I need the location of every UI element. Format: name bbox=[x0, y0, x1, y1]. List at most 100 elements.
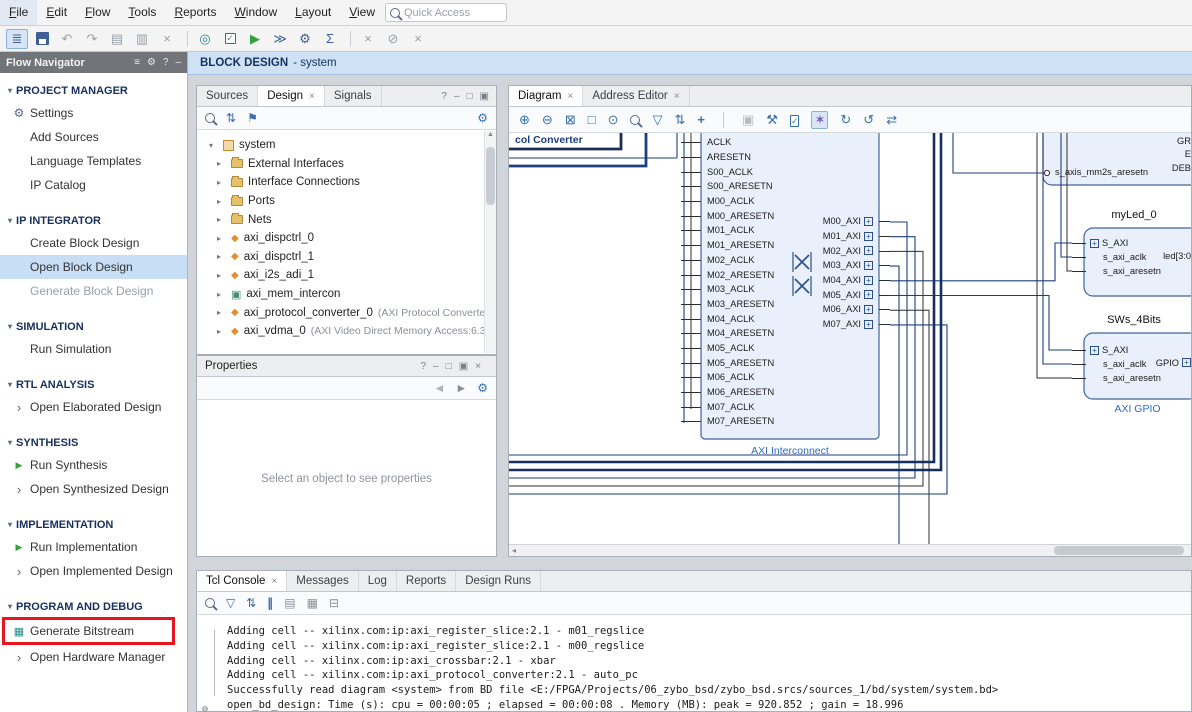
block-pin[interactable]: s_axi_aresetn bbox=[1072, 371, 1182, 385]
clear-icon[interactable]: ⊟ bbox=[329, 596, 339, 610]
sidebar-item-run-implementation[interactable]: ▶ Run Implementation bbox=[0, 535, 187, 559]
close-icon[interactable]: × bbox=[674, 91, 680, 102]
interface-pin-expand-icon[interactable]: + bbox=[864, 319, 873, 329]
tab-messages[interactable]: Messages bbox=[287, 571, 359, 591]
block-pin[interactable]: M04_AXI + bbox=[763, 273, 890, 288]
undo-icon[interactable]: ↶ bbox=[56, 29, 78, 49]
block-pin[interactable]: M02_AXI + bbox=[763, 243, 890, 258]
tree-item-axi-dispctrl-1[interactable]: ▸ ◆ axi_dispctrl_1 bbox=[197, 248, 484, 267]
validate-design-icon[interactable]: ✓ bbox=[789, 112, 800, 127]
block-pin[interactable]: s_axi_aresetn bbox=[1072, 264, 1182, 278]
block-pin[interactable]: M07_ACLK bbox=[681, 399, 827, 414]
help-icon[interactable]: ? bbox=[421, 361, 427, 372]
tab-sources[interactable]: Sources bbox=[197, 86, 259, 106]
interface-pin-expand-icon[interactable]: + bbox=[1090, 345, 1099, 355]
block-pin[interactable]: ARESETN bbox=[681, 150, 827, 165]
copy-icon[interactable]: ▣ bbox=[742, 112, 754, 128]
block-pin[interactable]: M05_AXI + bbox=[763, 287, 890, 302]
chevron-right-icon[interactable]: ▸ bbox=[217, 290, 226, 299]
interface-pin-expand-icon[interactable]: + bbox=[1182, 358, 1191, 367]
refresh-icon[interactable]: ↻ bbox=[840, 112, 851, 128]
validate-icon[interactable]: ✓ bbox=[219, 29, 241, 49]
tree-item-axi-vdma-0[interactable]: ▸ ◆ axi_vdma_0 (AXI Video Direct Memory Acc… bbox=[197, 322, 484, 341]
menu-item[interactable]: View bbox=[340, 0, 384, 25]
flag-icon[interactable]: ⚑ bbox=[247, 111, 258, 125]
sidebar-item-open-elaborated-design[interactable]: › Open Elaborated Design bbox=[0, 395, 187, 419]
optimize-wand-icon[interactable]: ✶ bbox=[811, 110, 829, 129]
zoom-out-icon[interactable]: ⊖ bbox=[542, 112, 553, 128]
scrollbar-thumb[interactable] bbox=[1054, 546, 1184, 555]
net-wire[interactable] bbox=[890, 265, 900, 544]
sidebar-item-run-synthesis[interactable]: ▶ Run Synthesis bbox=[0, 453, 187, 477]
chevron-right-icon[interactable]: ▸ bbox=[217, 308, 226, 317]
sidebar-item-open-implemented-design[interactable]: › Open Implemented Design bbox=[0, 559, 187, 583]
paste-icon[interactable]: ▥ bbox=[131, 29, 153, 49]
collapse-all-icon[interactable]: ≡ bbox=[134, 57, 140, 68]
chevron-right-icon[interactable]: ▸ bbox=[217, 215, 226, 224]
expand-collapse-icon[interactable]: ⇅ bbox=[226, 111, 236, 125]
vdma-cut-pin[interactable]: DEB bbox=[1149, 163, 1191, 173]
gear-icon[interactable]: ⚙ bbox=[147, 57, 156, 68]
copy-icon[interactable]: ▤ bbox=[284, 596, 295, 610]
tab-diagram[interactable]: Diagram × bbox=[509, 86, 584, 106]
block-pin[interactable]: M06_ARESETN bbox=[681, 385, 827, 400]
section-simulation[interactable]: ▾ SIMULATION bbox=[0, 317, 187, 337]
console-output[interactable]: ⊖ Adding cell -- xilinx.com:ip:axi_regis… bbox=[197, 616, 1191, 712]
sidebar-item-run-simulation[interactable]: Run Simulation bbox=[0, 337, 187, 361]
menu-item[interactable]: Window bbox=[225, 0, 286, 25]
report-icon[interactable]: ▦ bbox=[307, 596, 318, 610]
add-ip-icon[interactable]: + bbox=[697, 112, 705, 127]
tree-item-interface-connections[interactable]: ▸ Interface Connections bbox=[197, 173, 484, 192]
back-icon[interactable]: ◄ bbox=[433, 381, 445, 395]
open-block-design-icon[interactable]: ≣ bbox=[6, 28, 28, 49]
converter-block-label[interactable]: col Converter bbox=[513, 134, 585, 146]
search-icon[interactable] bbox=[205, 598, 215, 608]
sidebar-item-open-block-design[interactable]: Open Block Design bbox=[0, 255, 187, 279]
myled-title[interactable]: myLed_0 bbox=[1084, 209, 1184, 221]
block-pin[interactable]: ACLK bbox=[681, 135, 827, 150]
input-pin-circle[interactable] bbox=[1043, 169, 1051, 177]
zoom-fit-icon[interactable]: ⊠ bbox=[565, 112, 576, 128]
redo-icon[interactable]: ↷ bbox=[81, 29, 103, 49]
sidebar-item-language-templates[interactable]: Language Templates bbox=[0, 149, 187, 173]
interconnect-label[interactable]: AXI Interconnect bbox=[701, 445, 879, 457]
block-pin[interactable]: M06_AXI + bbox=[763, 302, 890, 317]
float-icon[interactable]: □ bbox=[467, 91, 473, 102]
menu-item[interactable]: File bbox=[0, 0, 38, 25]
tree-item-ports[interactable]: ▸ Ports bbox=[197, 192, 484, 211]
close-icon[interactable]: × bbox=[475, 361, 481, 372]
block-pin[interactable]: M07_ARESETN bbox=[681, 414, 827, 429]
sws-sublabel[interactable]: AXI GPIO bbox=[1084, 403, 1191, 415]
minimize-icon[interactable]: – bbox=[433, 361, 439, 372]
save-icon[interactable] bbox=[31, 29, 53, 49]
distribute-icon[interactable]: ⇅ bbox=[674, 112, 685, 128]
block-pin[interactable]: M06_ACLK bbox=[681, 370, 827, 385]
chevron-right-icon[interactable]: ▸ bbox=[217, 159, 226, 168]
tree-item-nets[interactable]: ▸ Nets bbox=[197, 210, 484, 229]
menu-item[interactable]: Flow bbox=[76, 0, 119, 25]
expand-interfaces-icon[interactable]: ⇄ bbox=[886, 112, 897, 128]
scroll-lock-icon[interactable]: ⇅ bbox=[246, 596, 256, 610]
minimize-icon[interactable]: – bbox=[454, 91, 460, 102]
block-pin[interactable]: M03_AXI + bbox=[763, 258, 890, 273]
quick-access-input[interactable] bbox=[404, 6, 490, 19]
target-icon[interactable]: ◎ bbox=[194, 29, 216, 49]
interface-pin-expand-icon[interactable]: + bbox=[864, 304, 873, 314]
interface-pin-expand-icon[interactable]: + bbox=[1090, 238, 1099, 248]
wrench-icon[interactable]: ⚒ bbox=[766, 112, 778, 128]
tab-log[interactable]: Log bbox=[359, 571, 397, 591]
interface-pin-expand-icon[interactable]: + bbox=[864, 216, 873, 226]
float-icon[interactable]: □ bbox=[446, 361, 452, 372]
filter-icon[interactable]: ▽ bbox=[652, 112, 662, 128]
tree-item-axi-mem-intercon[interactable]: ▸ ▣ axi_mem_intercon bbox=[197, 285, 484, 304]
vdma-cut-pin[interactable]: GR bbox=[1149, 136, 1191, 146]
vdma-cut-pin[interactable]: E bbox=[1149, 149, 1191, 159]
maximize-icon[interactable]: ▣ bbox=[480, 91, 489, 102]
pause-icon[interactable]: ∥ bbox=[267, 596, 273, 610]
interface-pin-expand-icon[interactable]: + bbox=[864, 275, 873, 285]
forward-icon[interactable]: ► bbox=[455, 381, 467, 395]
sidebar-item-settings[interactable]: ⚙ Settings bbox=[0, 101, 187, 125]
settings-icon[interactable]: ⚙ bbox=[294, 29, 316, 49]
sidebar-item-add-sources[interactable]: Add Sources bbox=[0, 125, 187, 149]
block-pin[interactable]: M07_AXI + bbox=[763, 317, 890, 332]
